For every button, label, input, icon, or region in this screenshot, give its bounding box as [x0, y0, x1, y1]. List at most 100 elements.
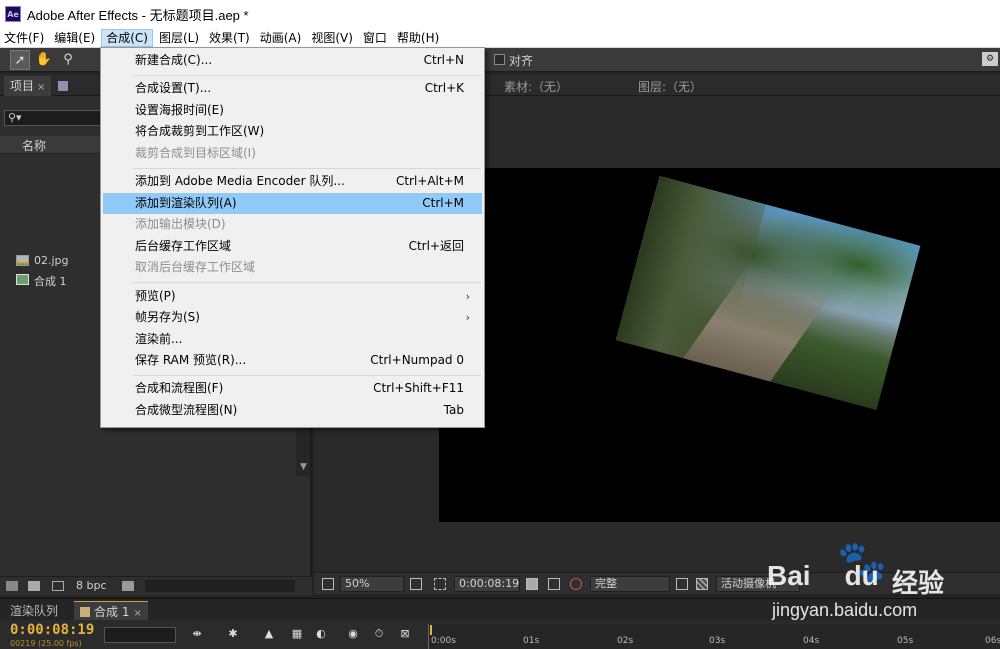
- color-channels-icon[interactable]: [570, 578, 582, 590]
- menu-layer[interactable]: 图层(L): [155, 29, 203, 47]
- new-folder-icon[interactable]: [28, 581, 40, 591]
- auto-keyframe-icon[interactable]: ⏱: [372, 628, 386, 640]
- menu-separator: [133, 167, 481, 169]
- brainstorm-icon[interactable]: ◉: [346, 628, 360, 640]
- align-checkbox[interactable]: [494, 54, 505, 65]
- watermark-brand: Bai du: [767, 560, 879, 592]
- fast-previews-icon[interactable]: [676, 578, 688, 590]
- menu-item-shortcut: Ctrl+Alt+M: [395, 174, 464, 188]
- menu-item[interactable]: 帧另存为(S) ›: [103, 307, 482, 328]
- menu-window[interactable]: 窗口: [359, 29, 391, 47]
- watermark-brand-suffix: du: [844, 560, 879, 591]
- region-of-interest-icon[interactable]: [434, 578, 446, 590]
- tab-composition-1[interactable]: 合成 1 ×: [74, 601, 148, 621]
- menu-item-label: 合成微型流程图(N): [135, 403, 238, 417]
- menu-view[interactable]: 视图(V): [307, 29, 357, 47]
- composition-mini-flowchart-icon[interactable]: ⇼: [190, 628, 204, 640]
- tab-render-queue[interactable]: 渲染队列: [4, 601, 64, 621]
- selection-tool-icon[interactable]: ➚: [10, 50, 30, 70]
- zoom-select[interactable]: 50%: [340, 576, 404, 592]
- menu-effect[interactable]: 效果(T): [205, 29, 254, 47]
- menu-file[interactable]: 文件(F): [0, 29, 48, 47]
- menu-item[interactable]: 渲染前...: [103, 329, 482, 350]
- title-bar: Ae Adobe After Effects - 无标题项目.aep *: [0, 0, 1000, 28]
- trash-icon[interactable]: [122, 581, 134, 591]
- menu-help[interactable]: 帮助(H): [393, 29, 443, 47]
- menu-item[interactable]: 保存 RAM 预览(R)... Ctrl+Numpad 0: [103, 350, 482, 371]
- interpret-footage-icon[interactable]: [6, 581, 18, 591]
- menu-item-label: 合成和流程图(F): [135, 381, 224, 396]
- footage-image[interactable]: [615, 175, 921, 411]
- bit-depth-label[interactable]: 8 bpc: [76, 579, 107, 592]
- menu-separator: [133, 282, 481, 283]
- motion-blur-icon[interactable]: ◐: [314, 628, 328, 640]
- menu-item[interactable]: 添加到 Adobe Media Encoder 队列... Ctrl+Alt+M: [103, 171, 482, 192]
- menu-item[interactable]: 合成和流程图(F) Ctrl+Shift+F11: [103, 378, 482, 399]
- zoom-tool-icon[interactable]: ⚲: [58, 50, 78, 70]
- menu-separator: [133, 374, 481, 376]
- menu-item[interactable]: 添加到渲染队列(A) Ctrl+M: [103, 192, 482, 214]
- menu-item-label: 后台缓存工作区域: [135, 238, 232, 253]
- tab-layer[interactable]: 图层:（无）: [638, 78, 702, 95]
- menu-edit[interactable]: 编辑(E): [50, 29, 99, 47]
- always-preview-icon[interactable]: [322, 578, 334, 590]
- close-icon[interactable]: ×: [37, 82, 45, 93]
- menu-item-label: 添加到渲染队列(A): [135, 195, 237, 210]
- composition-canvas[interactable]: [439, 168, 1000, 522]
- baidu-jingyan-watermark: 🐾 Bai du 经验 jingyan.baidu.com: [742, 536, 1000, 649]
- tab-project-label: 项目: [10, 79, 35, 93]
- new-composition-icon[interactable]: [52, 581, 64, 591]
- menu-item-label: 裁剪合成到目标区域(I): [135, 145, 256, 160]
- menu-item[interactable]: 设置海报时间(E): [103, 100, 482, 121]
- after-effects-logo: Ae: [5, 6, 21, 22]
- image-file-icon: [16, 255, 29, 266]
- draft-3d-icon[interactable]: ✱: [226, 628, 240, 640]
- choose-grid-icon[interactable]: [410, 578, 422, 590]
- resolution-value: 完整: [595, 577, 617, 590]
- hand-tool-icon[interactable]: ✋: [34, 50, 54, 70]
- menu-item: 取消后台缓存工作区域: [103, 257, 482, 278]
- effect-controls-tab-icon[interactable]: [58, 81, 68, 91]
- graph-editor-icon[interactable]: ⊠: [398, 628, 412, 640]
- tab-footage[interactable]: 素材:（无）: [504, 78, 568, 95]
- window-title: Adobe After Effects - 无标题项目.aep *: [27, 7, 249, 23]
- menu-item[interactable]: 将合成裁剪到工作区(W): [103, 121, 482, 142]
- menu-item-shortcut: Ctrl+M: [422, 195, 464, 210]
- menu-item[interactable]: 预览(P) ›: [103, 286, 482, 307]
- tab-project[interactable]: 项目 ×: [4, 76, 52, 96]
- current-time-display[interactable]: 0:00:08:19: [454, 576, 520, 592]
- camera-snapshot-icon[interactable]: [526, 578, 538, 590]
- composition-icon: [16, 274, 29, 285]
- tab-composition-label: 合成 1: [94, 605, 130, 619]
- menu-item-shortcut: Ctrl+返回: [408, 238, 464, 253]
- menu-item[interactable]: 合成设置(T)... Ctrl+K: [103, 78, 482, 99]
- scroll-down-icon[interactable]: ▼: [300, 462, 307, 472]
- workspace-icon[interactable]: ⚙: [982, 52, 998, 66]
- list-item-label: 合成 1: [34, 275, 67, 288]
- close-icon[interactable]: ×: [133, 608, 141, 619]
- menu-composition[interactable]: 合成(C): [101, 28, 153, 47]
- menu-separator: [133, 74, 481, 76]
- menu-item-shortcut: Ctrl+K: [424, 81, 464, 96]
- menu-item-label: 添加到 Adobe Media Encoder 队列...: [135, 174, 345, 188]
- menu-item[interactable]: 新建合成(C)... Ctrl+N: [103, 50, 482, 71]
- transparency-grid-icon[interactable]: [696, 578, 708, 590]
- ruler-tick: 0:00s: [431, 636, 456, 646]
- timeline-timecode[interactable]: 0:00:08:19: [10, 622, 94, 638]
- project-panel-footer: 8 bpc: [0, 576, 312, 596]
- menu-item[interactable]: 合成微型流程图(N) Tab: [103, 400, 482, 421]
- playhead[interactable]: [430, 625, 432, 635]
- menu-item-label: 添加输出模块(D): [135, 217, 226, 232]
- hide-shy-layers-icon[interactable]: ▲: [262, 628, 276, 640]
- menu-item: 裁剪合成到目标区域(I): [103, 143, 482, 164]
- menu-item-shortcut: Tab: [443, 403, 464, 417]
- horizontal-scrollbar[interactable]: [145, 580, 295, 592]
- menu-animation[interactable]: 动画(A): [256, 29, 306, 47]
- resolution-select[interactable]: 完整: [590, 576, 670, 592]
- menu-item-label: 合成设置(T)...: [135, 81, 212, 96]
- show-snapshot-icon[interactable]: [548, 578, 560, 590]
- menu-item[interactable]: 后台缓存工作区域 Ctrl+返回: [103, 236, 482, 257]
- watermark-brand-text: Bai: [767, 560, 811, 591]
- timeline-search-input[interactable]: [104, 627, 176, 643]
- frame-blending-icon[interactable]: ▦: [290, 628, 304, 640]
